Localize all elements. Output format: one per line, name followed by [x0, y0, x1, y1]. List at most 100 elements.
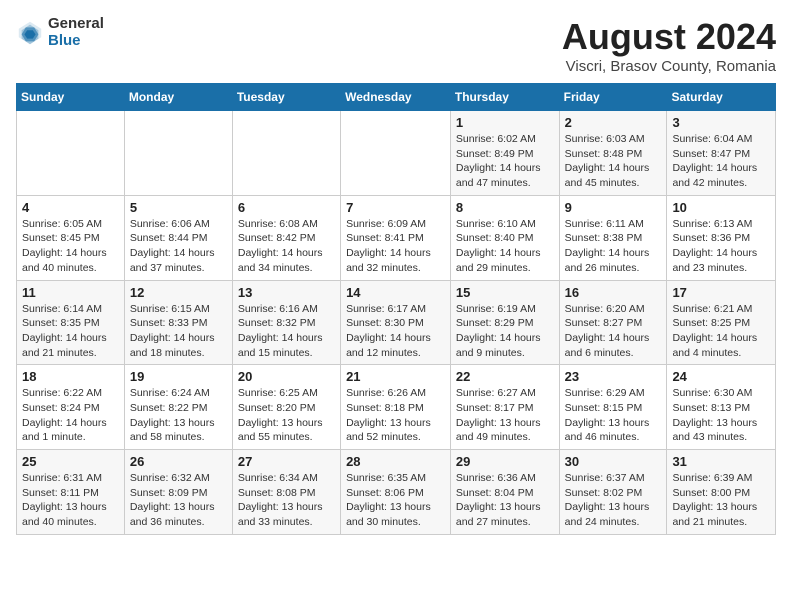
header-cell-friday: Friday	[559, 84, 667, 111]
calendar-cell: 9Sunrise: 6:11 AM Sunset: 8:38 PM Daylig…	[559, 195, 667, 280]
day-info: Sunrise: 6:05 AM Sunset: 8:45 PM Dayligh…	[22, 217, 119, 276]
day-info: Sunrise: 6:14 AM Sunset: 8:35 PM Dayligh…	[22, 302, 119, 361]
day-number: 17	[672, 285, 770, 300]
day-info: Sunrise: 6:34 AM Sunset: 8:08 PM Dayligh…	[238, 471, 335, 530]
calendar-cell: 13 Sunrise: 6:16 AM Sunset: 8:32 PM Dayli…	[232, 280, 340, 365]
day-info: Sunrise: 6:13 AM Sunset: 8:36 PM Dayligh…	[672, 217, 770, 276]
day-info: Sunrise: 6:02 AM Sunset: 8:49 PM Dayligh…	[456, 132, 554, 191]
calendar-week-5: 25Sunrise: 6:31 AM Sunset: 8:11 PM Dayli…	[17, 450, 776, 535]
calendar-cell: 27 Sunrise: 6:34 AM Sunset: 8:08 PM Dayli…	[232, 450, 340, 535]
logo: General Blue	[16, 16, 104, 49]
day-number: 4	[22, 200, 119, 215]
calendar-week-2: 4 Sunrise: 6:05 AM Sunset: 8:45 PM Daylig…	[17, 195, 776, 280]
calendar-cell: 7Sunrise: 6:09 AM Sunset: 8:41 PM Daylig…	[341, 195, 451, 280]
calendar-week-1: 1Sunrise: 6:02 AM Sunset: 8:49 PM Daylig…	[17, 111, 776, 196]
day-info: Sunrise: 6:27 AM Sunset: 8:17 PM Dayligh…	[456, 386, 554, 445]
calendar-cell: 26 Sunrise: 6:32 AM Sunset: 8:09 PM Dayli…	[124, 450, 232, 535]
day-number: 23	[565, 369, 662, 384]
day-info: Sunrise: 6:24 AM Sunset: 8:22 PM Dayligh…	[130, 386, 227, 445]
calendar-cell: 12 Sunrise: 6:15 AM Sunset: 8:33 PM Dayli…	[124, 280, 232, 365]
calendar-cell	[17, 111, 125, 196]
logo-icon	[16, 19, 44, 47]
calendar-cell: 17 Sunrise: 6:21 AM Sunset: 8:25 PM Dayli…	[667, 280, 776, 365]
header-cell-monday: Monday	[124, 84, 232, 111]
day-info: Sunrise: 6:25 AM Sunset: 8:20 PM Dayligh…	[238, 386, 335, 445]
header-cell-tuesday: Tuesday	[232, 84, 340, 111]
day-info: Sunrise: 6:20 AM Sunset: 8:27 PM Dayligh…	[565, 302, 662, 361]
day-info: Sunrise: 6:39 AM Sunset: 8:00 PM Dayligh…	[672, 471, 770, 530]
day-info: Sunrise: 6:09 AM Sunset: 8:41 PM Dayligh…	[346, 217, 445, 276]
day-info: Sunrise: 6:21 AM Sunset: 8:25 PM Dayligh…	[672, 302, 770, 361]
calendar-cell	[232, 111, 340, 196]
calendar-cell: 25Sunrise: 6:31 AM Sunset: 8:11 PM Dayli…	[17, 450, 125, 535]
logo-blue: Blue	[48, 33, 104, 50]
calendar-header: SundayMondayTuesdayWednesdayThursdayFrid…	[17, 84, 776, 111]
day-number: 26	[130, 454, 227, 469]
calendar-cell	[124, 111, 232, 196]
logo-general: General	[48, 16, 104, 33]
day-info: Sunrise: 6:30 AM Sunset: 8:13 PM Dayligh…	[672, 386, 770, 445]
day-info: Sunrise: 6:26 AM Sunset: 8:18 PM Dayligh…	[346, 386, 445, 445]
page-header: General Blue August 2024 Viscri, Brasov …	[16, 16, 776, 75]
day-info: Sunrise: 6:10 AM Sunset: 8:40 PM Dayligh…	[456, 217, 554, 276]
calendar-week-4: 18 Sunrise: 6:22 AM Sunset: 8:24 PM Dayli…	[17, 365, 776, 450]
calendar-cell: 10 Sunrise: 6:13 AM Sunset: 8:36 PM Dayli…	[667, 195, 776, 280]
day-number: 6	[238, 200, 335, 215]
day-number: 8	[456, 200, 554, 215]
day-number: 27	[238, 454, 335, 469]
header-cell-sunday: Sunday	[17, 84, 125, 111]
logo-text: General Blue	[48, 16, 104, 49]
day-info: Sunrise: 6:19 AM Sunset: 8:29 PM Dayligh…	[456, 302, 554, 361]
calendar-cell: 24 Sunrise: 6:30 AM Sunset: 8:13 PM Dayli…	[667, 365, 776, 450]
calendar-cell: 18 Sunrise: 6:22 AM Sunset: 8:24 PM Dayli…	[17, 365, 125, 450]
calendar-cell: 14Sunrise: 6:17 AM Sunset: 8:30 PM Dayli…	[341, 280, 451, 365]
day-info: Sunrise: 6:32 AM Sunset: 8:09 PM Dayligh…	[130, 471, 227, 530]
day-number: 22	[456, 369, 554, 384]
calendar-cell: 23Sunrise: 6:29 AM Sunset: 8:15 PM Dayli…	[559, 365, 667, 450]
day-number: 29	[456, 454, 554, 469]
day-info: Sunrise: 6:06 AM Sunset: 8:44 PM Dayligh…	[130, 217, 227, 276]
header-cell-thursday: Thursday	[450, 84, 559, 111]
day-info: Sunrise: 6:22 AM Sunset: 8:24 PM Dayligh…	[22, 386, 119, 445]
header-cell-wednesday: Wednesday	[341, 84, 451, 111]
calendar-cell: 30Sunrise: 6:37 AM Sunset: 8:02 PM Dayli…	[559, 450, 667, 535]
day-number: 24	[672, 369, 770, 384]
calendar-cell: 11Sunrise: 6:14 AM Sunset: 8:35 PM Dayli…	[17, 280, 125, 365]
calendar-cell: 21 Sunrise: 6:26 AM Sunset: 8:18 PM Dayli…	[341, 365, 451, 450]
calendar-cell: 6 Sunrise: 6:08 AM Sunset: 8:42 PM Daylig…	[232, 195, 340, 280]
day-number: 20	[238, 369, 335, 384]
day-number: 9	[565, 200, 662, 215]
day-number: 2	[565, 115, 662, 130]
day-info: Sunrise: 6:08 AM Sunset: 8:42 PM Dayligh…	[238, 217, 335, 276]
calendar-cell: 4 Sunrise: 6:05 AM Sunset: 8:45 PM Daylig…	[17, 195, 125, 280]
page-title: August 2024	[562, 16, 776, 58]
calendar-table: SundayMondayTuesdayWednesdayThursdayFrid…	[16, 83, 776, 535]
day-number: 13	[238, 285, 335, 300]
day-info: Sunrise: 6:15 AM Sunset: 8:33 PM Dayligh…	[130, 302, 227, 361]
day-number: 21	[346, 369, 445, 384]
day-number: 12	[130, 285, 227, 300]
calendar-cell: 28Sunrise: 6:35 AM Sunset: 8:06 PM Dayli…	[341, 450, 451, 535]
calendar-cell: 8 Sunrise: 6:10 AM Sunset: 8:40 PM Daylig…	[450, 195, 559, 280]
day-info: Sunrise: 6:03 AM Sunset: 8:48 PM Dayligh…	[565, 132, 662, 191]
day-number: 10	[672, 200, 770, 215]
day-number: 16	[565, 285, 662, 300]
day-number: 30	[565, 454, 662, 469]
calendar-cell: 15 Sunrise: 6:19 AM Sunset: 8:29 PM Dayli…	[450, 280, 559, 365]
calendar-cell: 19Sunrise: 6:24 AM Sunset: 8:22 PM Dayli…	[124, 365, 232, 450]
day-number: 14	[346, 285, 445, 300]
day-number: 28	[346, 454, 445, 469]
day-info: Sunrise: 6:16 AM Sunset: 8:32 PM Dayligh…	[238, 302, 335, 361]
day-number: 18	[22, 369, 119, 384]
header-row: SundayMondayTuesdayWednesdayThursdayFrid…	[17, 84, 776, 111]
calendar-cell: 3Sunrise: 6:04 AM Sunset: 8:47 PM Daylig…	[667, 111, 776, 196]
calendar-cell: 1Sunrise: 6:02 AM Sunset: 8:49 PM Daylig…	[450, 111, 559, 196]
calendar-cell: 16 Sunrise: 6:20 AM Sunset: 8:27 PM Dayli…	[559, 280, 667, 365]
calendar-cell: 2 Sunrise: 6:03 AM Sunset: 8:48 PM Daylig…	[559, 111, 667, 196]
calendar-cell: 22 Sunrise: 6:27 AM Sunset: 8:17 PM Dayli…	[450, 365, 559, 450]
title-block: August 2024 Viscri, Brasov County, Roman…	[562, 16, 776, 75]
calendar-week-3: 11Sunrise: 6:14 AM Sunset: 8:35 PM Dayli…	[17, 280, 776, 365]
day-number: 15	[456, 285, 554, 300]
calendar-cell: 29Sunrise: 6:36 AM Sunset: 8:04 PM Dayli…	[450, 450, 559, 535]
calendar-cell: 20 Sunrise: 6:25 AM Sunset: 8:20 PM Dayli…	[232, 365, 340, 450]
